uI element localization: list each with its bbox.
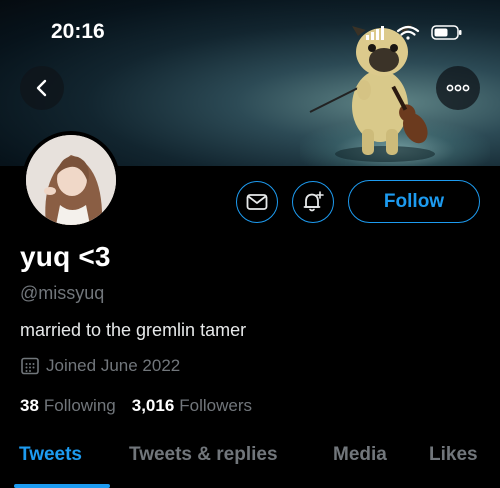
message-button[interactable] [236, 181, 278, 223]
followers-link[interactable]: 3,016 Followers [132, 396, 252, 416]
tab-media[interactable]: Media [333, 444, 387, 466]
tab-tweets[interactable]: Tweets [19, 444, 82, 466]
display-name: yuq <3 [20, 241, 111, 272]
signal-icon [366, 26, 384, 40]
more-options-button[interactable] [436, 66, 480, 110]
followers-count: 3,016 [131, 396, 175, 415]
active-tab-indicator [14, 484, 110, 488]
following-link[interactable]: 38 Following [20, 396, 116, 416]
bell-plus-icon [303, 191, 324, 212]
back-button[interactable] [20, 66, 64, 110]
status-icons [366, 25, 462, 40]
wifi-icon [396, 25, 420, 40]
joined-text: Joined June 2022 [46, 356, 181, 375]
calendar-icon [21, 357, 39, 375]
user-handle: @missyuq [20, 283, 105, 303]
followers-label: Followers [179, 396, 253, 415]
battery-icon [431, 25, 462, 40]
following-count: 38 [20, 396, 39, 415]
chevron-left-icon [36, 79, 47, 97]
tab-likes[interactable]: Likes [429, 444, 478, 466]
avatar-photo [26, 135, 116, 225]
follow-stats: 38 Following 3,016 Followers [20, 396, 268, 416]
avatar[interactable] [22, 131, 120, 229]
follow-button[interactable]: Follow [348, 180, 480, 223]
notifications-button[interactable] [292, 181, 334, 223]
bio: married to the gremlin tamer [20, 320, 247, 340]
status-time: 20:16 [51, 20, 105, 43]
profile-tabs: Tweets Tweets & replies Media Likes [0, 440, 500, 488]
following-label: Following [43, 396, 116, 415]
tab-tweets-replies[interactable]: Tweets & replies [129, 444, 278, 466]
more-horizontal-icon [446, 84, 470, 92]
joined-date: Joined June 2022 [20, 356, 180, 376]
mail-icon [246, 194, 268, 210]
